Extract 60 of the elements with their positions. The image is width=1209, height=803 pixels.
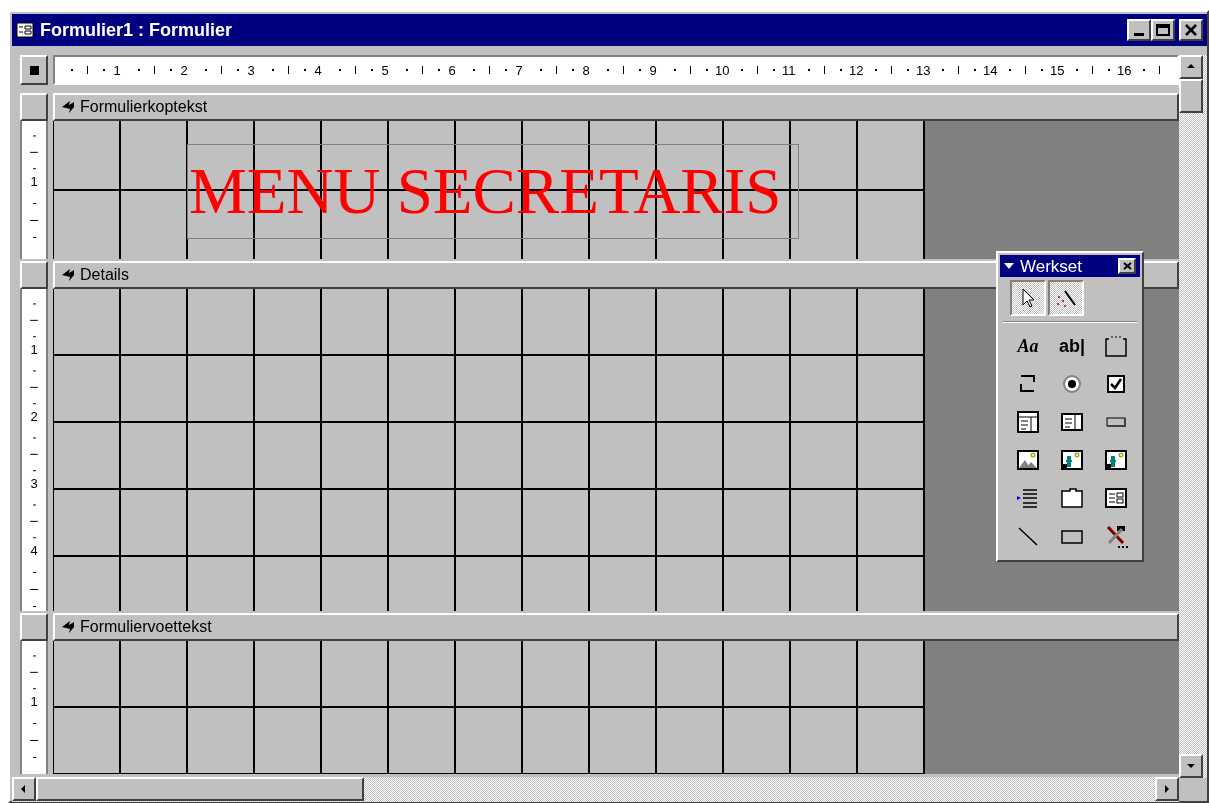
image-icon (1015, 447, 1041, 473)
tool-button[interactable] (1010, 280, 1046, 316)
section-arrow-icon (61, 620, 75, 634)
scroll-down-button[interactable] (1179, 754, 1203, 778)
ruler-number: 6 (447, 63, 457, 77)
section-selector[interactable] (20, 93, 48, 121)
label-tool[interactable]: Aa (1010, 328, 1046, 364)
ruler-number: 1 (30, 695, 38, 708)
scroll-left-button[interactable] (12, 777, 36, 801)
section-arrow-icon (61, 268, 75, 282)
toolbox-title-bar[interactable]: Werkset (1000, 255, 1140, 277)
section-bar[interactable]: Formuliervoettekst (53, 613, 1179, 641)
window-title-bar[interactable]: Formulier1 : Formulier (12, 14, 1207, 46)
tool-button[interactable] (1048, 280, 1084, 316)
object-frame-icon (1103, 447, 1129, 473)
section-title: Formuliervoettekst (80, 619, 212, 635)
toolbox-window[interactable]: Werkset Aa ab| (996, 251, 1144, 562)
scroll-right-button[interactable] (1155, 777, 1179, 801)
minimize-button[interactable] (1127, 19, 1151, 41)
close-button[interactable] (1118, 258, 1136, 274)
ruler-number: 3 (30, 477, 38, 490)
close-icon (1122, 262, 1132, 270)
scrollbar-thumb[interactable] (1179, 79, 1203, 113)
dropdown-triangle-icon (1004, 262, 1014, 270)
scrollbar-thumb[interactable] (36, 777, 364, 801)
section-title: Details (80, 267, 129, 283)
ruler-number: 4 (313, 63, 323, 77)
square-icon (29, 65, 39, 75)
section-bar[interactable]: Formulierkoptekst (53, 93, 1179, 121)
form-selector[interactable] (20, 55, 48, 85)
ruler-number: 5 (380, 63, 390, 77)
section-title: Formulierkoptekst (80, 99, 208, 115)
ruler-number: 7 (514, 63, 524, 77)
tab-control-icon (1059, 485, 1085, 511)
ruler-number: 1 (30, 343, 38, 356)
ruler-number: 2 (179, 63, 189, 77)
ruler-number: 8 (581, 63, 591, 77)
object-frame-icon (1059, 447, 1085, 473)
subform-icon (1103, 485, 1129, 511)
section-arrow-icon (61, 100, 75, 114)
frame-icon (1103, 333, 1129, 359)
close-button[interactable] (1179, 19, 1203, 41)
ruler-number: 3 (246, 63, 256, 77)
maximize-icon (1156, 24, 1170, 36)
maximize-button[interactable] (1151, 19, 1175, 41)
text-box-tool[interactable]: ab| (1054, 328, 1090, 364)
section-selector[interactable] (20, 613, 48, 641)
window-title: Formulier1 : Formulier (40, 21, 234, 39)
ruler-number: 9 (648, 63, 658, 77)
ruler-number: 4 (30, 544, 38, 557)
scroll-up-button[interactable] (1179, 55, 1203, 79)
ruler-number: 1 (112, 63, 122, 77)
ruler-number: 2 (30, 410, 38, 423)
ruler-ticks (1142, 66, 1160, 74)
form-icon (16, 22, 34, 38)
section-selector[interactable] (20, 261, 48, 289)
ruler-number: 1 (30, 175, 38, 188)
minimize-icon (1134, 33, 1144, 36)
close-icon (1184, 24, 1198, 36)
combo-box-icon (1015, 409, 1041, 435)
